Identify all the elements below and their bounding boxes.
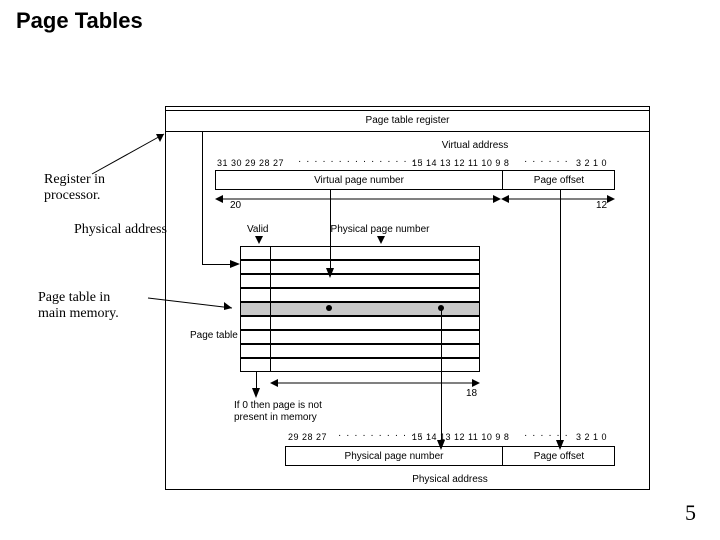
ppn-width-arrow (270, 376, 480, 390)
bits-top-mid: 15 14 13 12 11 10 9 8 (412, 158, 509, 168)
page-table-register-box: Page table register (165, 110, 650, 132)
ptr-down-line (202, 132, 203, 264)
physical-address-box: Physical page number Page offset (285, 446, 615, 466)
annotation-physical-address: Physical address (74, 222, 167, 238)
bits-top-left: 31 30 29 28 27 (217, 158, 284, 168)
ppn-width-label: 18 (466, 388, 477, 399)
page-table-register-label: Page table register (366, 115, 450, 126)
ppn-header-arrow (376, 236, 386, 246)
dots-bottom-2: · · · · · · (524, 430, 569, 441)
bits-top-right: 3 2 1 0 (576, 158, 607, 168)
arrow-page-table (148, 288, 238, 312)
pa-divider (502, 447, 503, 465)
page-offset-label-bottom: Page offset (534, 451, 584, 462)
valid-check-arrowhead (250, 388, 262, 400)
valid-header-arrow (254, 236, 264, 246)
page-offset-label-top: Page offset (534, 175, 584, 186)
page-table-side-label: Page table (190, 330, 238, 341)
page-table (240, 246, 480, 372)
offset-passthrough-line (560, 190, 561, 444)
physical-address-label: Physical address (412, 474, 488, 485)
virtual-address-label: Virtual address (442, 140, 509, 151)
arrow-register (92, 130, 172, 180)
dots-top-2: · · · · · · (524, 156, 569, 167)
ppn-label-bottom: Physical page number (345, 451, 444, 462)
bits-bottom-right: 3 2 1 0 (576, 432, 607, 442)
if-zero-label: If 0 then page is not present in memory (234, 400, 322, 423)
vpn-width-label: 20 (230, 200, 241, 211)
vpn-label: Virtual page number (314, 175, 404, 186)
va-divider (502, 171, 503, 189)
virtual-address-box: Virtual page number Page offset (215, 170, 615, 190)
valid-label: Valid (247, 224, 269, 235)
slide-number: 5 (685, 500, 696, 526)
vpn-width-arrow (215, 192, 501, 206)
bits-bottom-left: 29 28 27 (288, 432, 327, 442)
offset-width-label-top: 12 (596, 200, 607, 211)
dots-top-1: · · · · · · · · · · · · · · · · (298, 156, 424, 167)
ppn-header-label: Physical page number (331, 224, 430, 235)
annotation-page-table-memory: Page table in main memory. (38, 290, 119, 322)
bits-bottom-mid: 15 14 13 12 11 10 9 8 (412, 432, 509, 442)
page-title: Page Tables (16, 8, 143, 34)
pte-index-dot (326, 305, 332, 311)
